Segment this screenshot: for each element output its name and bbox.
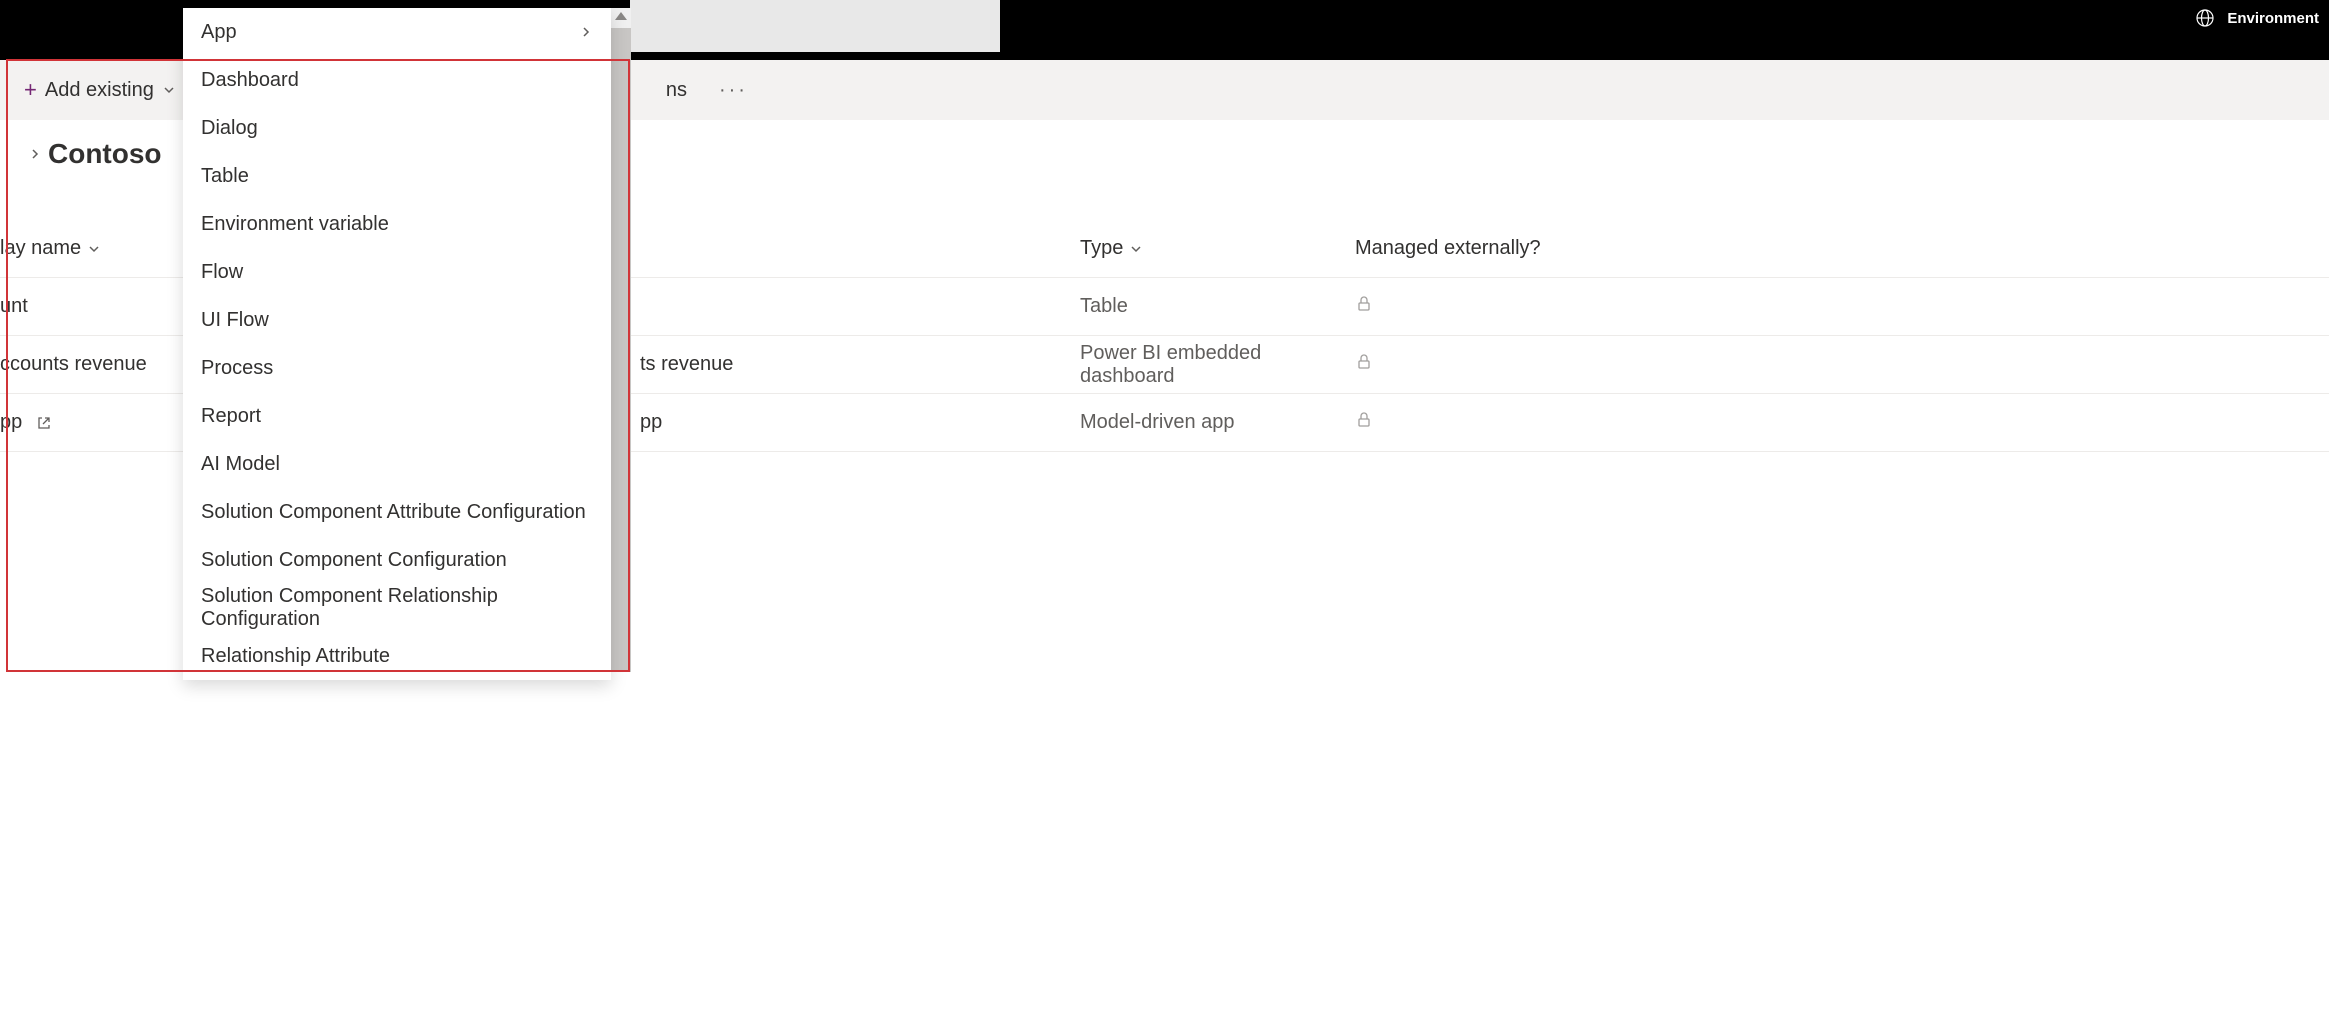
dropdown-item-app[interactable]: App [183,8,611,56]
dropdown-item-solution-component-configuration[interactable]: Solution Component Configuration [183,536,611,584]
lock-icon [1355,295,1373,313]
dropdown-item-label: Solution Component Attribute Configurati… [201,501,586,524]
dropdown-item-label: Dialog [201,117,258,140]
cell-managed [1355,295,1555,319]
lock-icon [1355,411,1373,429]
chevron-down-icon [87,242,101,256]
dropdown-item-label: Dashboard [201,69,299,92]
dropdown-item-label: Solution Component Configuration [201,549,507,572]
dropdown-item-label: Solution Component Relationship Configur… [201,585,593,631]
dropdown-item-label: Flow [201,261,243,284]
cell-type: Table [1080,295,1355,318]
chevron-down-icon [1129,242,1143,256]
lock-icon [1355,353,1373,371]
dropdown-item-label: Table [201,165,249,188]
cell-name-partial: pp [640,411,1080,434]
cell-managed [1355,411,1555,435]
column-header-managed[interactable]: Managed externally? [1355,237,1555,260]
dropdown-item-report[interactable]: Report [183,392,611,440]
dropdown-item-label: UI Flow [201,309,269,332]
dropdown-item-label: Process [201,357,273,380]
globe-icon [2195,8,2215,28]
dropdown-item-label: Relationship Attribute [201,645,390,668]
cell-type: Power BI embedded dashboard [1080,342,1355,388]
dropdown-item-relationship-attribute[interactable]: Relationship Attribute [183,632,611,680]
chevron-right-icon[interactable] [28,147,42,161]
cell-managed [1355,353,1555,377]
environment-label: Environment [2227,10,2319,27]
chevron-down-icon [162,83,176,97]
dropdown-item-solution-component-attribute-configuration[interactable]: Solution Component Attribute Configurati… [183,488,611,536]
more-commands-button[interactable]: ··· [707,71,760,110]
dropdown-item-table[interactable]: Table [183,152,611,200]
scrollbar-thumb[interactable] [611,28,631,672]
environment-section[interactable]: Environment [2195,8,2319,28]
dropdown-item-ui-flow[interactable]: UI Flow [183,296,611,344]
plus-icon: + [24,77,37,103]
scroll-up-arrow[interactable] [615,12,627,20]
dropdown-item-dialog[interactable]: Dialog [183,104,611,152]
dropdown-item-process[interactable]: Process [183,344,611,392]
dropdown-item-solution-component-relationship-configuration[interactable]: Solution Component Relationship Configur… [183,584,611,632]
command-item-partial[interactable]: ns [654,71,699,110]
dropdown-item-flow[interactable]: Flow [183,248,611,296]
dropdown-scrollbar[interactable] [611,8,631,672]
dropdown-item-label: Report [201,405,261,428]
dropdown-item-ai-model[interactable]: AI Model [183,440,611,488]
dropdown-item-environment-variable[interactable]: Environment variable [183,200,611,248]
column-header-type[interactable]: Type [1080,237,1355,260]
search-area[interactable] [630,0,1000,52]
chevron-right-icon [579,25,593,39]
add-existing-dropdown: App Dashboard Dialog Table Environment varia… [183,8,611,680]
cell-type: Model-driven app [1080,411,1355,434]
open-external-icon[interactable] [36,415,52,431]
dropdown-item-dashboard[interactable]: Dashboard [183,56,611,104]
add-existing-button[interactable]: + Add existing [12,69,188,111]
add-existing-label: Add existing [45,79,154,102]
dropdown-item-label: Environment variable [201,213,389,236]
page-title: Contoso [48,138,162,170]
dropdown-item-label: AI Model [201,453,280,476]
cell-name-partial: ts revenue [640,353,1080,376]
dropdown-item-label: App [201,21,237,44]
